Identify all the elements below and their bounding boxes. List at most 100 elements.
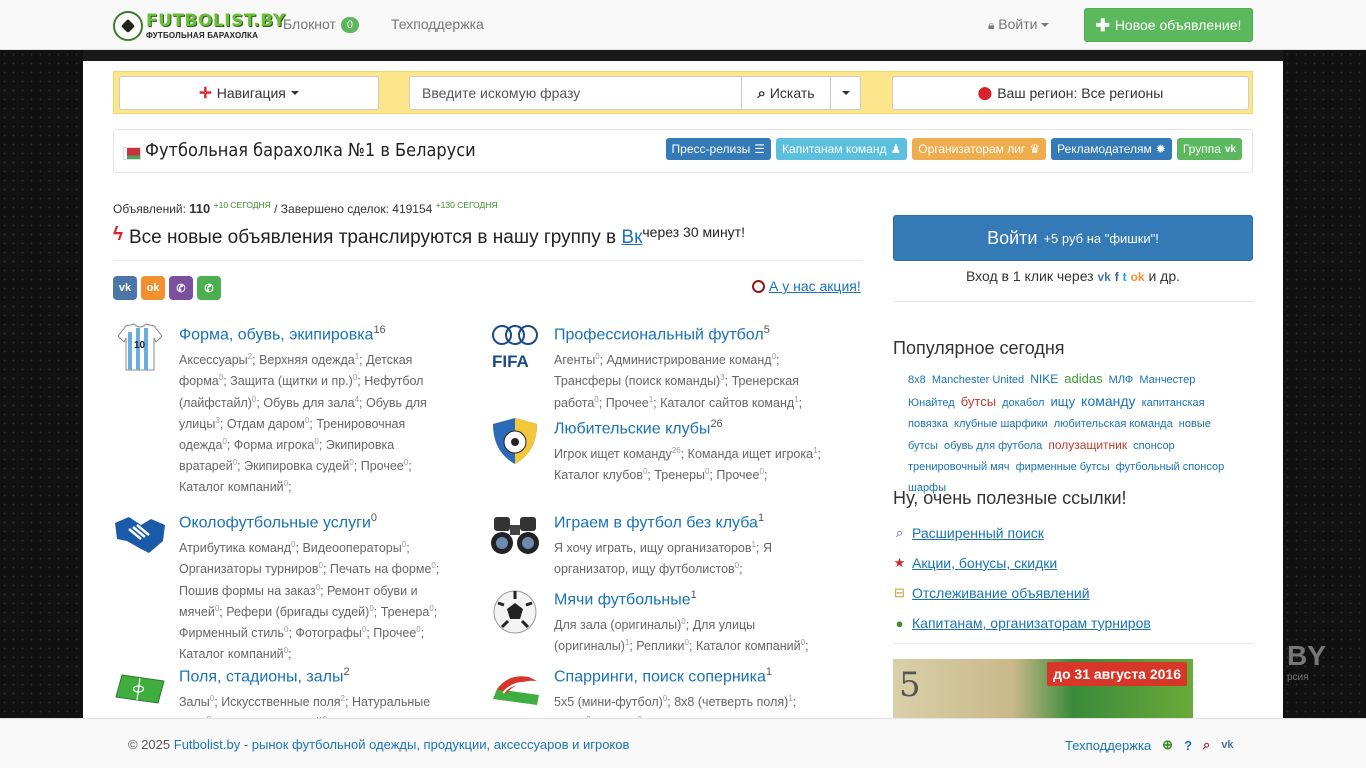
subcategory-link[interactable]: Прочее (606, 396, 649, 410)
subcategory-link[interactable]: Каталог клубов (554, 469, 643, 483)
new-ad-button[interactable]: ✚ Новое объявление! (1084, 8, 1253, 42)
viber-share-icon[interactable]: ✆ (169, 276, 193, 300)
subcategory-link[interactable]: Экипировка судей (244, 459, 349, 473)
subcategory-link[interactable]: Верхняя одежда (259, 353, 355, 367)
useful-link-item[interactable]: ● Капитанам, организаторам турниров (893, 608, 1151, 638)
twitter-icon[interactable]: t (1123, 270, 1127, 284)
subcategory-link[interactable]: Форма игрока (234, 438, 315, 452)
subcategory-link[interactable]: Команда ищет игрока (688, 447, 813, 461)
tag-press-releases[interactable]: Пресс-релизы ☰ (665, 138, 772, 160)
site-logo[interactable]: FUTBOLIST.BY ФУТБОЛЬНАЯ БАРАХОЛКА (113, 10, 286, 42)
question-icon[interactable]: ? (1184, 738, 1192, 753)
useful-link-item[interactable]: ⌕ Расширенный поиск (893, 518, 1151, 548)
popular-tag[interactable]: докабол (1002, 397, 1044, 409)
facebook-icon[interactable]: f (1115, 270, 1119, 284)
subcategory-link[interactable]: Искусственные поля (221, 695, 340, 709)
subcategory-link[interactable]: Рефери (бригады судей) (226, 605, 369, 619)
login-dropdown[interactable]: 🔒︎ Войти (988, 16, 1050, 33)
vk-icon[interactable]: vk (1221, 739, 1233, 751)
promo-banner[interactable]: 5 до 31 августа 2016 (893, 659, 1193, 718)
useful-link[interactable]: Отслеживание объявлений (912, 585, 1090, 601)
popular-tag[interactable]: Manchester United (932, 374, 1024, 386)
search-icon[interactable]: ⌕ (1203, 737, 1210, 753)
tag-team-captains[interactable]: Капитанам команд ♟ (776, 138, 908, 160)
vk-icon[interactable]: vk (1098, 270, 1111, 284)
subcategory-link[interactable]: Тренера (381, 605, 430, 619)
subcategory-link[interactable]: Залы (179, 695, 210, 709)
useful-link[interactable]: Расширенный поиск (912, 525, 1044, 541)
subcategory-link[interactable]: Каталог компаний (179, 480, 284, 494)
subcategory-link[interactable]: Печать на форме (330, 563, 431, 577)
search-button[interactable]: ⌕ Искать (741, 76, 831, 110)
subcategory-link[interactable]: Трансферы (поиск команды) (554, 375, 720, 389)
subcategory-link[interactable]: Каталог сайтов команд (660, 396, 794, 410)
useful-link[interactable]: Капитанам, организаторам турниров (912, 615, 1151, 631)
subcategory-link[interactable]: Реплики (636, 640, 684, 654)
subcategory-link[interactable]: Атрибутика команд (179, 541, 291, 555)
subcategory-link[interactable]: Агенты (554, 353, 595, 367)
support-link[interactable]: Техподдержка (391, 16, 484, 32)
popular-tag[interactable]: спонсор (1133, 440, 1175, 452)
whatsapp-share-icon[interactable]: ✆ (197, 276, 221, 300)
subcategory-link[interactable]: Каталог компаний (696, 640, 801, 654)
subcategory-link[interactable]: Для зала (оригиналы) (554, 618, 681, 632)
useful-link-item[interactable]: ⊟ Отслеживание объявлений (893, 578, 1151, 608)
subcategory-link[interactable]: Тренеры (654, 469, 705, 483)
popular-tag[interactable]: 8x8 (908, 374, 926, 386)
search-icon: ⌕ (757, 84, 766, 102)
ok-share-icon[interactable]: ok (141, 276, 165, 300)
tag-group[interactable]: Группа vk (1176, 138, 1242, 160)
sidebar-login-button[interactable]: Войти +5 руб на "фишки"! (893, 215, 1253, 261)
subcategory-count: 3 (215, 415, 220, 425)
footer-support-link[interactable]: Техподдержка (1065, 738, 1151, 753)
tag-league-organizers[interactable]: Организаторам лиг ♛ (912, 138, 1047, 160)
popular-tag[interactable]: МЛФ (1109, 374, 1134, 386)
vk-group-link[interactable]: Вк (621, 227, 642, 248)
subcategory-link[interactable]: Администрирование команд (607, 353, 772, 367)
popular-tag[interactable]: полузащитник (1048, 438, 1127, 452)
vk-share-icon[interactable]: vk (113, 276, 137, 300)
search-input[interactable] (409, 76, 742, 110)
subcategory-link[interactable]: Фирменный стиль (179, 626, 284, 640)
subcategory-link[interactable]: Видеооператоры (302, 541, 401, 555)
search-options-dropdown[interactable] (830, 76, 861, 110)
subcategory-link[interactable]: 5x5 (мини-футбол) (554, 695, 663, 709)
region-selector[interactable]: ⬤ Ваш регион: Все регионы (892, 76, 1249, 110)
popular-tag[interactable]: бутсы (961, 394, 996, 409)
subcategory-link[interactable]: Каталог компаний (179, 647, 284, 661)
odnoklassniki-icon[interactable]: ok (1131, 270, 1145, 284)
subcategory-link[interactable]: Фотографы (295, 626, 361, 640)
subcategory-link[interactable]: Прочее (716, 469, 759, 483)
subcategory-link[interactable]: Защита (щитки и пр.) (230, 375, 353, 389)
subcategory-link[interactable]: Игрок ищет команду (554, 447, 672, 461)
banner-number: 5 (899, 665, 921, 705)
promo-link[interactable]: А у нас акция! (769, 278, 861, 294)
subcategory-link[interactable]: Я хочу играть, ищу организаторов (554, 541, 752, 555)
popular-tag[interactable]: команду (1081, 393, 1135, 409)
popular-tag[interactable]: adidas (1064, 371, 1102, 386)
navigation-dropdown[interactable]: ✛ Навигация (119, 76, 379, 110)
plus-circle-icon[interactable]: ⊕ (1162, 737, 1173, 753)
subcategory-link[interactable]: Организаторы турниров (179, 563, 319, 577)
popular-tag[interactable]: обувь для футбола (944, 440, 1042, 452)
popular-tag[interactable]: фирменные бутсы (1016, 461, 1110, 473)
popular-tag[interactable]: ищу (1050, 394, 1075, 409)
useful-link-item[interactable]: ★ Акции, бонусы, скидки (893, 548, 1151, 578)
subcategory-link[interactable]: 8x8 (четверть поля) (674, 695, 788, 709)
subcategory-link[interactable]: Аксессуары (179, 353, 248, 367)
subcategory-link[interactable]: Прочее (373, 626, 416, 640)
popular-tag[interactable]: любительская команда (1054, 418, 1173, 430)
tag-advertisers[interactable]: Рекламодателям ✹ (1051, 138, 1172, 160)
notepad-link[interactable]: Блокнот 0 (283, 16, 360, 33)
popular-tag[interactable]: клубные шарфики (954, 418, 1048, 430)
useful-link[interactable]: Акции, бонусы, скидки (912, 555, 1057, 571)
popular-tag[interactable]: NIKE (1030, 372, 1058, 386)
subcategory-link[interactable]: Обувь для зала (263, 396, 354, 410)
trophy-icon: ♛ (1029, 142, 1041, 156)
popular-tag[interactable]: футбольный спонсор (1116, 461, 1224, 473)
popular-tag[interactable]: тренировочный мяч (908, 461, 1010, 473)
footer-site-link[interactable]: Futbolist.by - рынок футбольной одежды, … (174, 737, 630, 752)
subcategory-link[interactable]: Пошив формы на заказ (179, 584, 316, 598)
subcategory-link[interactable]: Прочее (361, 459, 404, 473)
subcategory-link[interactable]: Отдам даром (227, 417, 305, 431)
